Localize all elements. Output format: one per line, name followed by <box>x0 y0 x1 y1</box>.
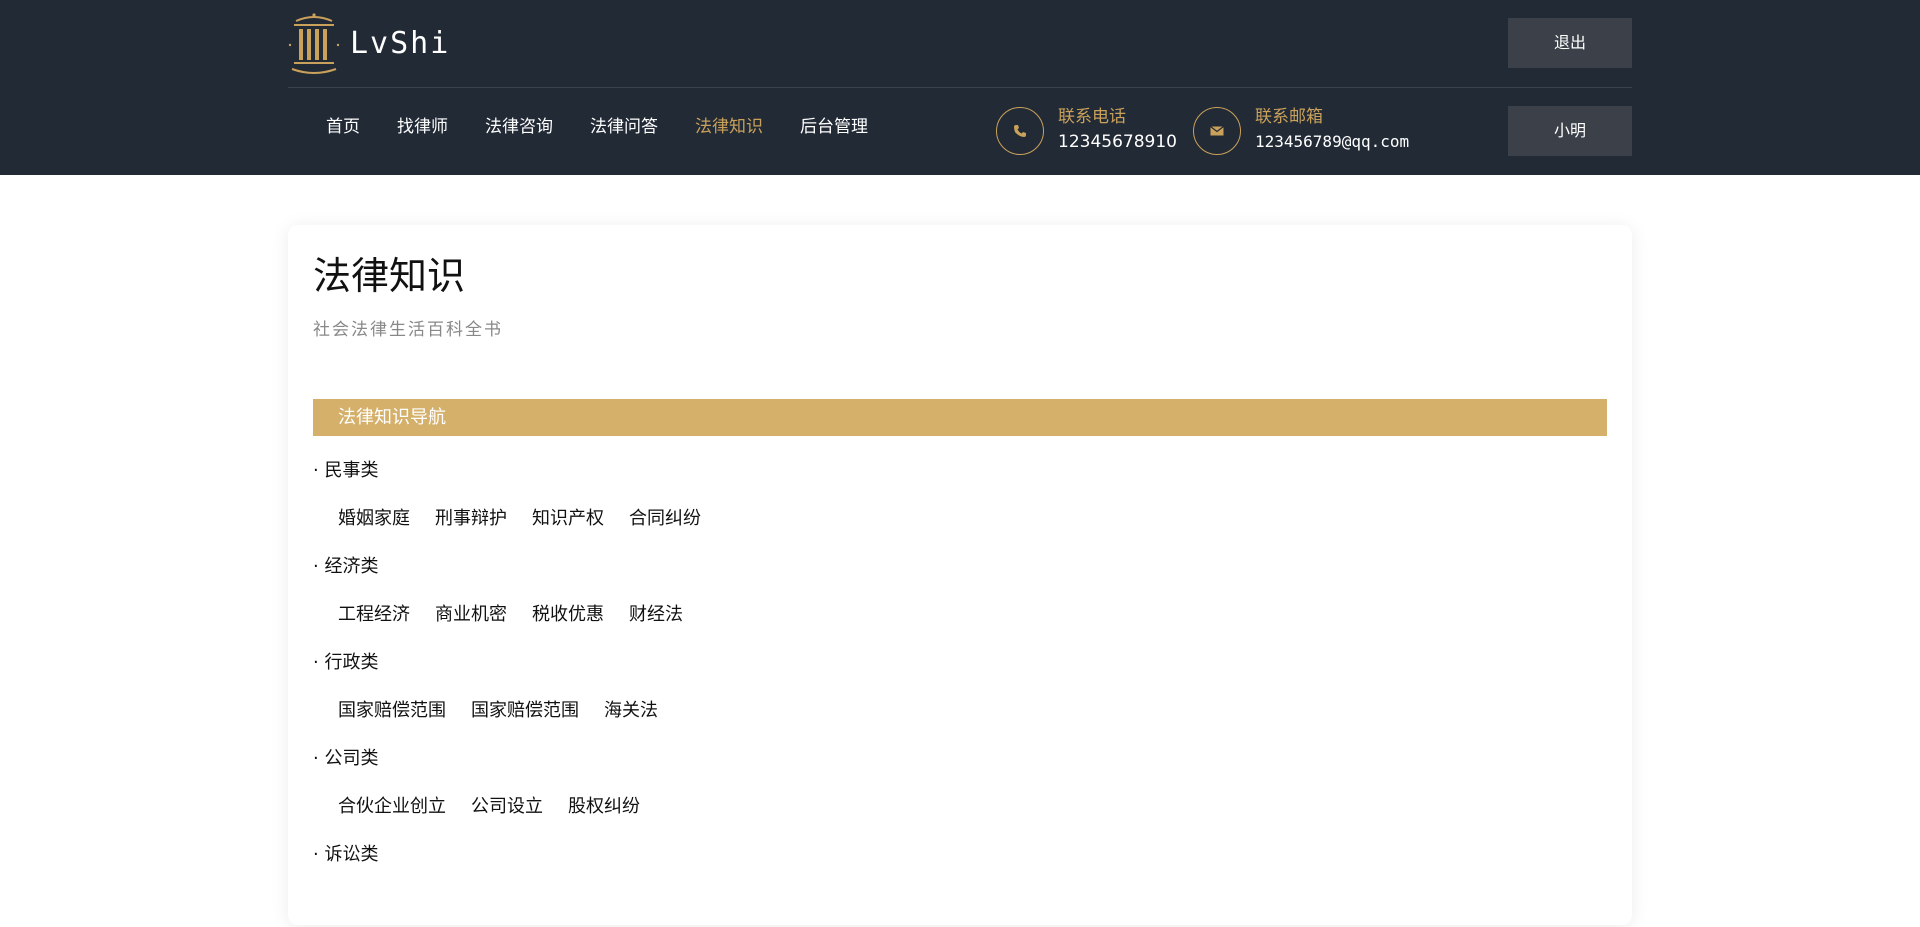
category-administrative: · 行政类 国家赔偿范围 国家赔偿范围 海关法 <box>313 639 1607 735</box>
nav-item-consultation[interactable]: 法律咨询 <box>485 112 553 137</box>
category-link[interactable]: 股权纠纷 <box>568 783 640 831</box>
nav-item-find-lawyer[interactable]: 找律师 <box>397 112 448 137</box>
category-link[interactable]: 国家赔偿范围 <box>338 687 446 735</box>
header-inner: LvShi 退出 首页 找律师 法律咨询 法律问答 法律知识 后台管理 联系电话… <box>288 0 1632 175</box>
category-link[interactable]: 国家赔偿范围 <box>471 687 579 735</box>
contact-phone: 联系电话 12345678910 <box>996 106 1177 156</box>
category-link[interactable]: 刑事辩护 <box>435 495 507 543</box>
email-label: 联系邮箱 <box>1255 107 1323 127</box>
courthouse-logo-icon <box>288 13 340 74</box>
nav-item-qa[interactable]: 法律问答 <box>590 112 658 137</box>
category-link[interactable]: 婚姻家庭 <box>338 495 410 543</box>
contact-email: 联系邮箱 123456789@qq.com <box>1193 106 1409 156</box>
category-economic: · 经济类 工程经济 商业机密 税收优惠 财经法 <box>313 543 1607 639</box>
category-link[interactable]: 海关法 <box>604 687 658 735</box>
category-links: 婚姻家庭 刑事辩护 知识产权 合同纠纷 <box>313 495 1607 543</box>
category-link[interactable]: 知识产权 <box>532 495 604 543</box>
brand[interactable]: LvShi <box>288 11 450 75</box>
brand-name: LvShi <box>350 25 451 61</box>
category-links: 国家赔偿范围 国家赔偿范围 海关法 <box>313 687 1607 735</box>
category-list: · 民事类 婚姻家庭 刑事辩护 知识产权 合同纠纷 · 经济类 工程经济 商业机… <box>313 447 1607 927</box>
category-link[interactable]: 合伙企业创立 <box>338 783 446 831</box>
category-link[interactable]: 商业机密 <box>435 591 507 639</box>
main-nav: 首页 找律师 法律咨询 法律问答 法律知识 后台管理 <box>326 112 905 137</box>
page-title: 法律知识 <box>313 254 466 298</box>
mail-icon-circle <box>1193 107 1241 155</box>
email-value[interactable]: 123456789@qq.com <box>1255 128 1409 156</box>
section-header-bar: 法律知识导航 <box>313 399 1607 436</box>
category-company: · 公司类 合伙企业创立 公司设立 股权纠纷 <box>313 735 1607 831</box>
phone-value[interactable]: 12345678910 <box>1058 128 1177 156</box>
category-title: · 经济类 <box>313 556 379 577</box>
category-link[interactable]: 合同纠纷 <box>629 495 701 543</box>
page-subtitle: 社会法律生活百科全书 <box>313 320 503 340</box>
category-title: · 行政类 <box>313 652 379 673</box>
site-header: LvShi 退出 首页 找律师 法律咨询 法律问答 法律知识 后台管理 联系电话… <box>0 0 1920 175</box>
category-link[interactable]: 税收优惠 <box>532 591 604 639</box>
header-divider <box>288 87 1632 88</box>
contact-phone-text: 联系电话 12345678910 <box>1058 106 1177 156</box>
mail-icon <box>1210 126 1224 136</box>
category-link[interactable]: 公司设立 <box>471 783 543 831</box>
contact-email-text: 联系邮箱 123456789@qq.com <box>1255 106 1409 156</box>
nav-item-home[interactable]: 首页 <box>326 112 360 137</box>
category-title: · 诉讼类 <box>313 844 379 865</box>
category-title: · 民事类 <box>313 460 379 481</box>
category-title: · 公司类 <box>313 748 379 769</box>
knowledge-card: 法律知识 社会法律生活百科全书 法律知识导航 · 民事类 婚姻家庭 刑事辩护 知… <box>288 225 1632 925</box>
category-civil: · 民事类 婚姻家庭 刑事辩护 知识产权 合同纠纷 <box>313 447 1607 543</box>
nav-item-admin[interactable]: 后台管理 <box>800 112 868 137</box>
phone-icon-circle <box>996 107 1044 155</box>
category-link[interactable]: 工程经济 <box>338 591 410 639</box>
user-button[interactable]: 小明 <box>1508 106 1632 156</box>
category-links: 工程经济 商业机密 税收优惠 财经法 <box>313 591 1607 639</box>
nav-item-legal-knowledge[interactable]: 法律知识 <box>695 112 763 137</box>
logout-button[interactable]: 退出 <box>1508 18 1632 68</box>
category-links: 合伙企业创立 公司设立 股权纠纷 <box>313 783 1607 831</box>
phone-icon <box>1014 125 1026 137</box>
category-litigation: · 诉讼类 <box>313 831 1607 927</box>
category-link[interactable]: 财经法 <box>629 591 683 639</box>
section-title: 法律知识导航 <box>338 407 446 428</box>
phone-label: 联系电话 <box>1058 107 1126 127</box>
